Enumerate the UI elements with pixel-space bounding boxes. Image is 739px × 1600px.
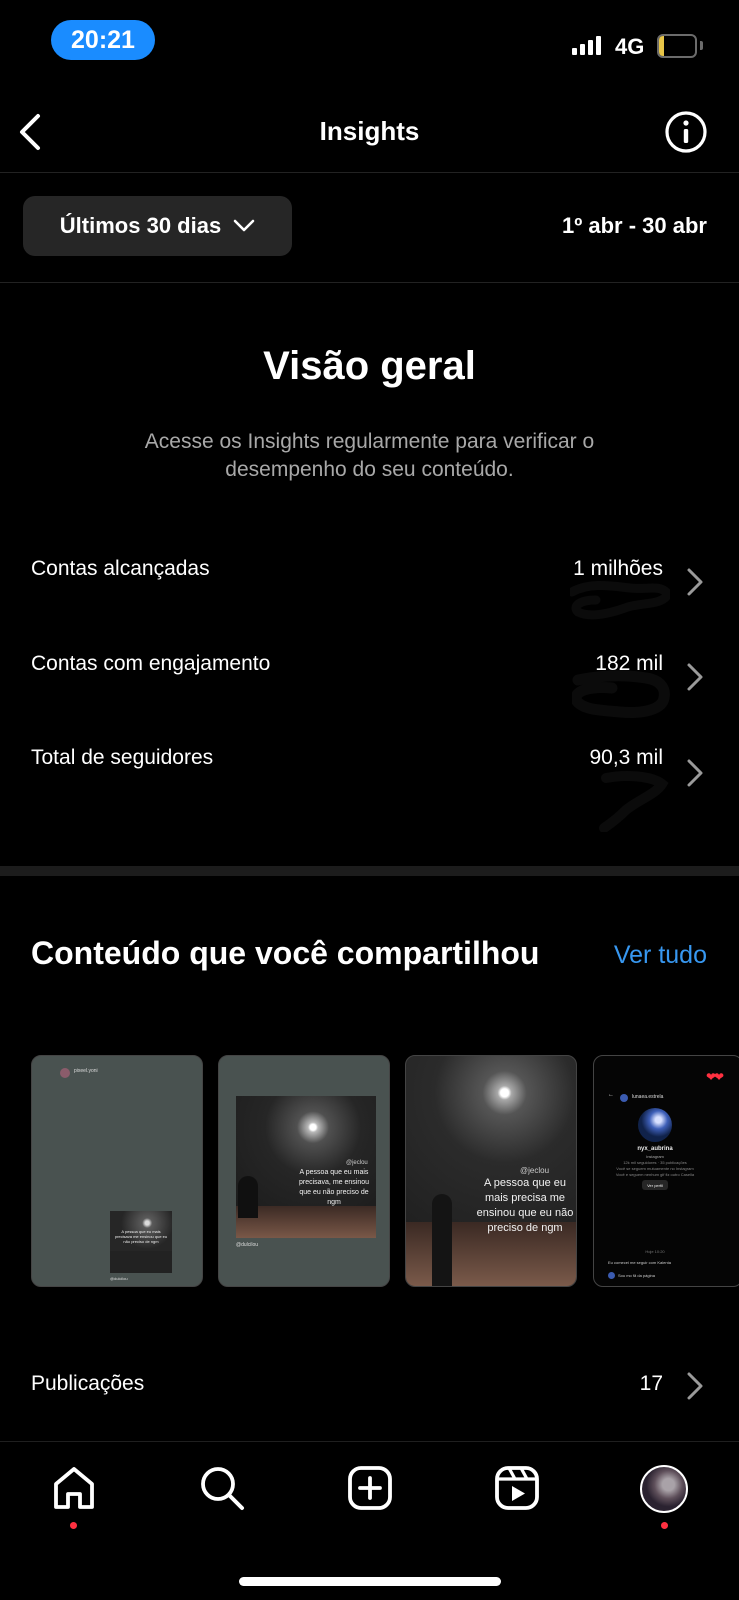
home-notification-dot	[70, 1522, 77, 1529]
home-indicator	[239, 1577, 501, 1586]
profile-sub: Instagram	[646, 1154, 664, 1159]
publications-value: 17	[639, 1372, 663, 1395]
header-divider	[0, 172, 739, 173]
metric-label: Contas com engajamento	[31, 652, 271, 675]
chevron-right-icon	[687, 568, 703, 596]
thumb-footer: @dulcilou	[236, 1242, 259, 1248]
period-divider	[0, 282, 739, 283]
chat-message: Eu comecei me seguir com Kalenta	[608, 1260, 671, 1265]
page-title: Insights	[319, 116, 420, 146]
chevron-right-icon	[687, 759, 703, 787]
battery-icon: 13	[657, 34, 697, 58]
battery-level: 13	[667, 36, 687, 55]
avatar	[620, 1094, 628, 1102]
hearts-icon: ❤❤	[706, 1070, 724, 1084]
profile-picture	[638, 1108, 672, 1142]
see-all-link[interactable]: Ver tudo	[614, 941, 707, 970]
home-icon[interactable]	[51, 1465, 97, 1511]
status-time: 20:21	[51, 20, 155, 60]
thumb-inner-image: @jeclou A pessoa que eu mais precisava, …	[236, 1096, 376, 1238]
content-section-title: Conteúdo que você compartilhou	[31, 935, 540, 971]
profile-notification-dot	[661, 1522, 668, 1529]
view-profile-button: Ver perfil	[642, 1180, 668, 1190]
chevron-down-icon	[233, 219, 255, 232]
redaction-scribble	[572, 670, 670, 718]
back-arrow-icon: ←	[608, 1092, 614, 1098]
profile-avatar[interactable]	[640, 1465, 688, 1513]
create-icon[interactable]	[347, 1465, 393, 1511]
content-thumbnail-2[interactable]: @jeclou A pessoa que eu mais precisava, …	[218, 1055, 390, 1287]
publications-label: Publicações	[31, 1372, 145, 1395]
avatar	[608, 1272, 615, 1279]
date-range: 1º abr - 30 abr	[562, 213, 707, 238]
thumb-caption: A pessoa que eu mais precisava, me ensin…	[298, 1169, 370, 1206]
thumb-caption: A pessoa que eu mais precisa me ensinou …	[476, 1177, 574, 1234]
period-selector-label: Últimos 30 dias	[59, 213, 222, 238]
network-type: 4G	[615, 34, 645, 59]
profile-line: 12k mil seguidores · 35 publicações	[623, 1160, 687, 1165]
redaction-scribble	[570, 581, 670, 620]
reels-icon[interactable]	[494, 1465, 540, 1511]
chevron-right-icon	[687, 1372, 703, 1400]
content-thumbnail-3[interactable]: @jeclou A pessoa que eu mais precisa me …	[405, 1055, 577, 1287]
thumb-caption: A pessoa que eu mais precisava me ensino…	[114, 1229, 168, 1244]
thumb-inner-image: A pessoa que eu mais precisava me ensino…	[110, 1211, 172, 1273]
profile-name: nyx_aubrina	[637, 1146, 673, 1152]
metric-label: Contas alcançadas	[31, 557, 210, 580]
metric-value: 90,3 mil	[589, 746, 663, 769]
profile-line: Você e seguem nenhum gif fiz outro Casel…	[615, 1172, 695, 1177]
metric-label: Total de seguidores	[31, 746, 214, 769]
signal-icon	[572, 36, 601, 55]
chat-message: Sou mo fã da página	[618, 1273, 655, 1278]
tabbar-divider	[0, 1441, 739, 1442]
chat-date: Hoje 10:20	[645, 1249, 665, 1254]
chevron-right-icon	[687, 663, 703, 691]
avatar	[60, 1068, 70, 1078]
redaction-scribble	[599, 771, 669, 832]
period-selector-button[interactable]: Últimos 30 dias	[23, 196, 292, 256]
overview-description: Acesse os Insights regularmente para ver…	[144, 430, 595, 481]
search-icon[interactable]	[199, 1465, 245, 1511]
overview-title: Visão geral	[263, 344, 476, 388]
chat-header-name: lunaea.estrela	[632, 1094, 664, 1100]
thumb-footer: @dulcilou	[110, 1276, 128, 1281]
battery-cap	[700, 41, 703, 50]
content-thumbnail-4[interactable]: ← lunaea.estrela ❤❤ nyx_aubrina Instagra…	[593, 1055, 739, 1287]
profile-line: Você se seguem mutuamente no Instagram	[616, 1166, 694, 1171]
info-icon[interactable]	[664, 110, 708, 154]
thumb-handle: @jeclou	[520, 1166, 550, 1175]
section-divider	[0, 866, 739, 876]
content-thumbnail-1[interactable]: pixeel.yoni A pessoa que eu mais precisa…	[31, 1055, 203, 1287]
thumb-handle: @jeclou	[346, 1160, 368, 1166]
thumb-username: pixeel.yoni	[74, 1068, 98, 1074]
